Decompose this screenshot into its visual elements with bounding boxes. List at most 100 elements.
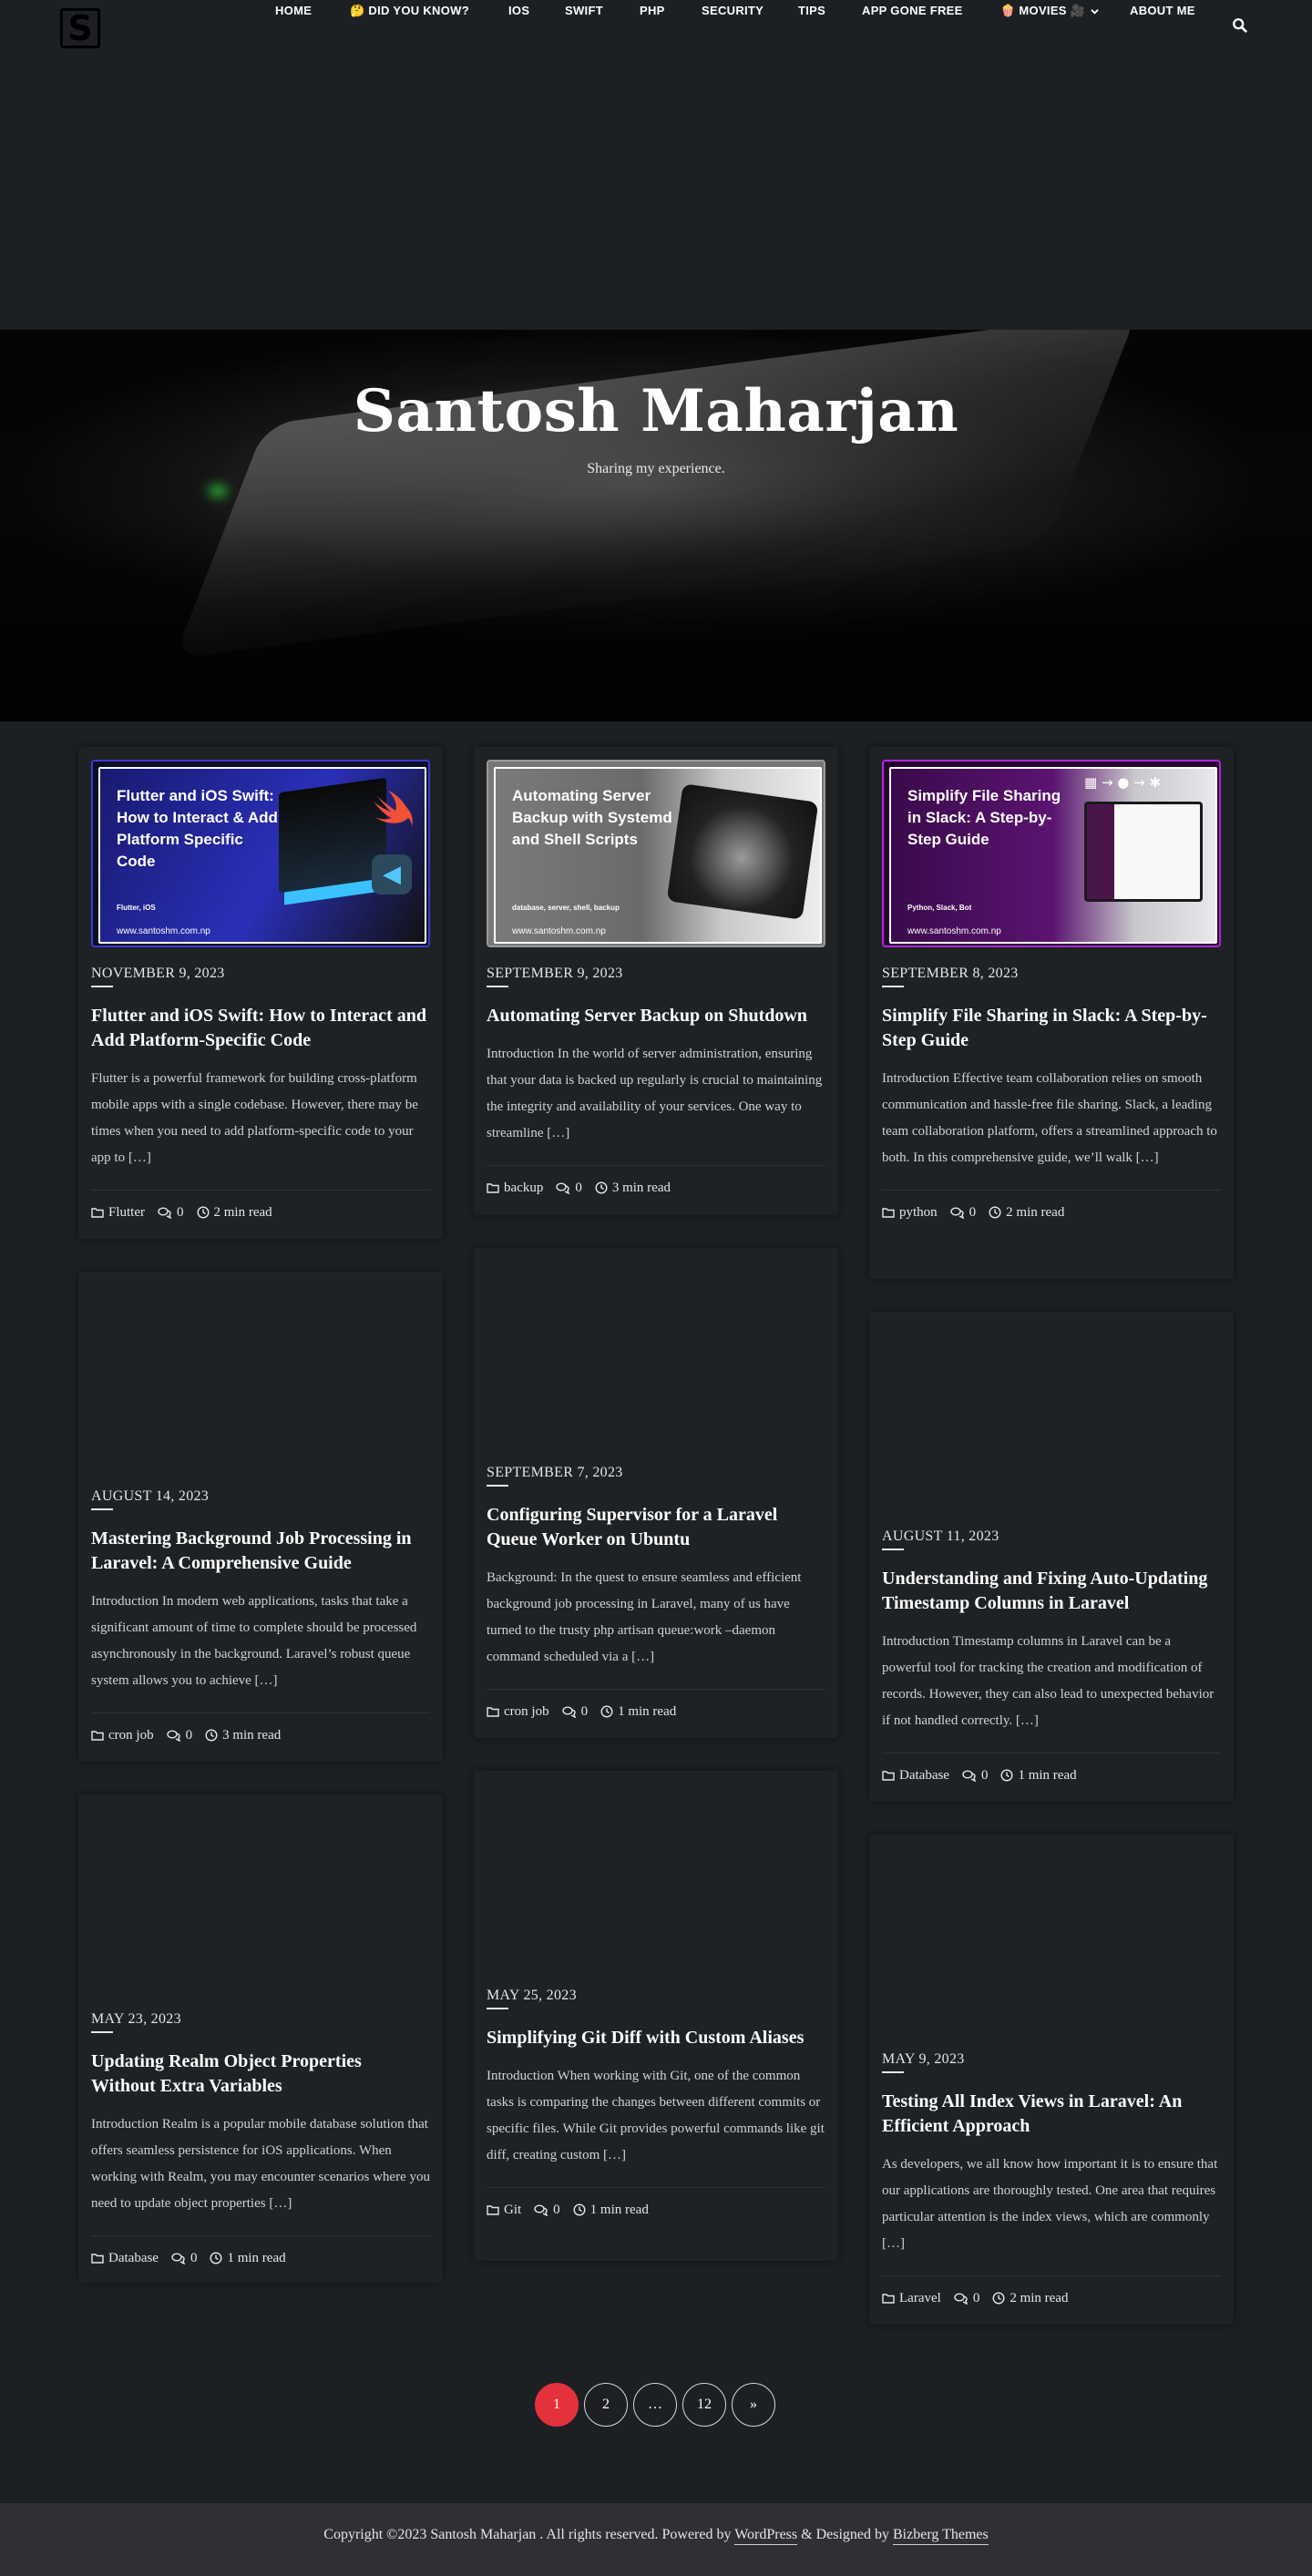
next-page-button[interactable]: » (732, 2383, 775, 2427)
post-category-label: Database (899, 1767, 949, 1783)
nav-php[interactable]: PHP (640, 0, 665, 22)
clock-icon (210, 2252, 222, 2264)
page-1-button[interactable]: 1 (535, 2383, 579, 2427)
nav-app-gone-free[interactable]: APP GONE FREE (862, 0, 963, 22)
thumbnail-url: www.santoshm.com.np (907, 926, 1001, 936)
post-date[interactable]: SEPTEMBER 7, 2023 (487, 1465, 623, 1487)
comments-icon (158, 1207, 172, 1219)
post-read-time-label: 1 min read (589, 2202, 649, 2217)
post-date[interactable]: SEPTEMBER 9, 2023 (487, 966, 623, 987)
post-title[interactable]: Updating Realm Object Properties Without… (91, 2050, 430, 2099)
post-read-time: 2 min read (992, 2291, 1068, 2306)
post-card: AUGUST 14, 2023 Mastering Background Job… (78, 1272, 443, 1762)
post-thumbnail[interactable]: Flutter and iOS Swift: How to Interact &… (91, 760, 430, 947)
post-date[interactable]: MAY 25, 2023 (487, 1988, 577, 2009)
post-divider (882, 2275, 1221, 2276)
clock-icon (1000, 1769, 1013, 1782)
footer-theme-link[interactable]: Bizberg Themes (893, 2527, 989, 2545)
post-title[interactable]: Simplify File Sharing in Slack: A Step-b… (882, 1004, 1221, 1053)
post-category[interactable]: Git (487, 2203, 521, 2218)
post-comments[interactable]: 0 (166, 1728, 192, 1743)
post-category[interactable]: python (882, 1205, 938, 1221)
site-title[interactable]: Santosh Maharjan (0, 377, 1312, 445)
post-category-label: Laravel (899, 2290, 941, 2305)
post-date[interactable]: AUGUST 11, 2023 (882, 1528, 999, 1550)
post-category[interactable]: Flutter (91, 1205, 145, 1221)
post-date[interactable]: MAY 9, 2023 (882, 2051, 965, 2073)
clock-icon (992, 2292, 1005, 2305)
post-comments[interactable]: 0 (949, 1205, 976, 1221)
chevron-down-icon (1091, 9, 1099, 15)
post-body: NOVEMBER 9, 2023 Flutter and iOS Swift: … (91, 966, 430, 1223)
post-comments-count: 0 (553, 2202, 560, 2217)
clock-icon (595, 1181, 608, 1194)
post-read-time: 1 min read (600, 1704, 676, 1720)
post-meta: Database 0 1 min read (91, 2247, 430, 2269)
post-divider (91, 2235, 430, 2236)
post-card: MAY 9, 2023 Testing All Index Views in L… (869, 1835, 1234, 2325)
post-title[interactable]: Understanding and Fixing Auto-Updating T… (882, 1567, 1221, 1616)
post-date[interactable]: MAY 23, 2023 (91, 2011, 181, 2033)
nav-security[interactable]: SECURITY (702, 0, 764, 22)
site-logo[interactable]: S (60, 8, 100, 48)
post-body: MAY 25, 2023 Simplifying Git Diff with C… (487, 1988, 825, 2221)
post-title[interactable]: Mastering Background Job Processing in L… (91, 1527, 430, 1576)
post-category[interactable]: Laravel (882, 2291, 941, 2306)
post-comments[interactable]: 0 (962, 1768, 988, 1784)
post-title[interactable]: Testing All Index Views in Laravel: An E… (882, 2090, 1221, 2139)
post-category[interactable]: Database (882, 1768, 949, 1784)
post-date[interactable]: NOVEMBER 9, 2023 (91, 966, 225, 987)
post-read-time-label: 2 min read (1006, 1204, 1065, 1220)
post-category[interactable]: Database (91, 2251, 159, 2266)
post-category[interactable]: cron job (91, 1728, 154, 1743)
post-comments[interactable]: 0 (954, 2291, 979, 2306)
post-category-label: Database (108, 2250, 159, 2265)
post-read-time-label: 1 min read (618, 1703, 677, 1719)
post-card: SEPTEMBER 7, 2023 Configuring Supervisor… (474, 1248, 838, 1738)
clock-icon (196, 1206, 210, 1219)
nav-did-you-know[interactable]: 🤔 DID YOU KNOW? (350, 0, 469, 22)
post-comments[interactable]: 0 (556, 1181, 582, 1196)
post-body: SEPTEMBER 7, 2023 Configuring Supervisor… (487, 1465, 825, 1722)
post-excerpt: Introduction Effective team collaboratio… (882, 1071, 1217, 1165)
post-category[interactable]: backup (487, 1181, 543, 1196)
nav-swift[interactable]: SWIFT (565, 0, 603, 22)
folder-icon (91, 1208, 104, 1218)
post-title[interactable]: Simplifying Git Diff with Custom Aliases (487, 2026, 825, 2050)
page-12-button[interactable]: 12 (682, 2383, 726, 2427)
post-comments[interactable]: 0 (561, 1704, 588, 1720)
nav-ios[interactable]: IOS (508, 0, 529, 22)
nav-home[interactable]: HOME (275, 0, 312, 22)
post-divider (487, 2187, 825, 2188)
post-thumbnail[interactable]: Simplify File Sharing in Slack: A Step-b… (882, 760, 1221, 947)
comments-icon (166, 1730, 180, 1742)
post-date[interactable]: SEPTEMBER 8, 2023 (882, 966, 1019, 987)
top-bar: S HOME 🤔 DID YOU KNOW? IOS SWIFT PHP SEC… (0, 0, 1312, 330)
nav-about-me[interactable]: ABOUT ME (1130, 0, 1195, 22)
post-title[interactable]: Flutter and iOS Swift: How to Interact a… (91, 1004, 430, 1053)
post-category[interactable]: cron job (487, 1704, 549, 1720)
comments-icon (954, 2293, 968, 2305)
nav-tips[interactable]: TIPS (798, 0, 825, 22)
post-read-time-label: 2 min read (213, 1204, 272, 1220)
post-comments[interactable]: 0 (158, 1205, 184, 1221)
post-thumbnail[interactable]: Automating Server Backup with Systemd an… (487, 760, 825, 947)
nav-movies[interactable]: 🍿 MOVIES 🎥 (1000, 0, 1099, 22)
post-card: MAY 23, 2023 Updating Realm Object Prope… (78, 1794, 443, 2283)
hero-banner: Santosh Maharjan Sharing my experience. (0, 330, 1312, 721)
page-2-button[interactable]: 2 (584, 2383, 628, 2427)
post-title[interactable]: Configuring Supervisor for a Laravel Que… (487, 1503, 825, 1552)
post-comments[interactable]: 0 (534, 2203, 560, 2218)
post-title[interactable]: Automating Server Backup on Shutdown (487, 1004, 825, 1028)
post-meta: Database 0 1 min read (882, 1764, 1221, 1786)
footer-wordpress-link[interactable]: WordPress (734, 2527, 798, 2545)
post-excerpt: Introduction Realm is a popular mobile d… (91, 2117, 430, 2211)
post-body: MAY 23, 2023 Updating Realm Object Prope… (91, 2011, 430, 2269)
post-date[interactable]: AUGUST 14, 2023 (91, 1488, 209, 1510)
search-icon[interactable] (1232, 17, 1248, 34)
flutter-logo-icon: ◀ (372, 854, 412, 894)
post-category-label: Git (504, 2202, 522, 2217)
post-comments[interactable]: 0 (171, 2251, 197, 2266)
post-body: SEPTEMBER 9, 2023 Automating Server Back… (487, 966, 825, 1199)
post-read-time: 3 min read (595, 1181, 671, 1196)
